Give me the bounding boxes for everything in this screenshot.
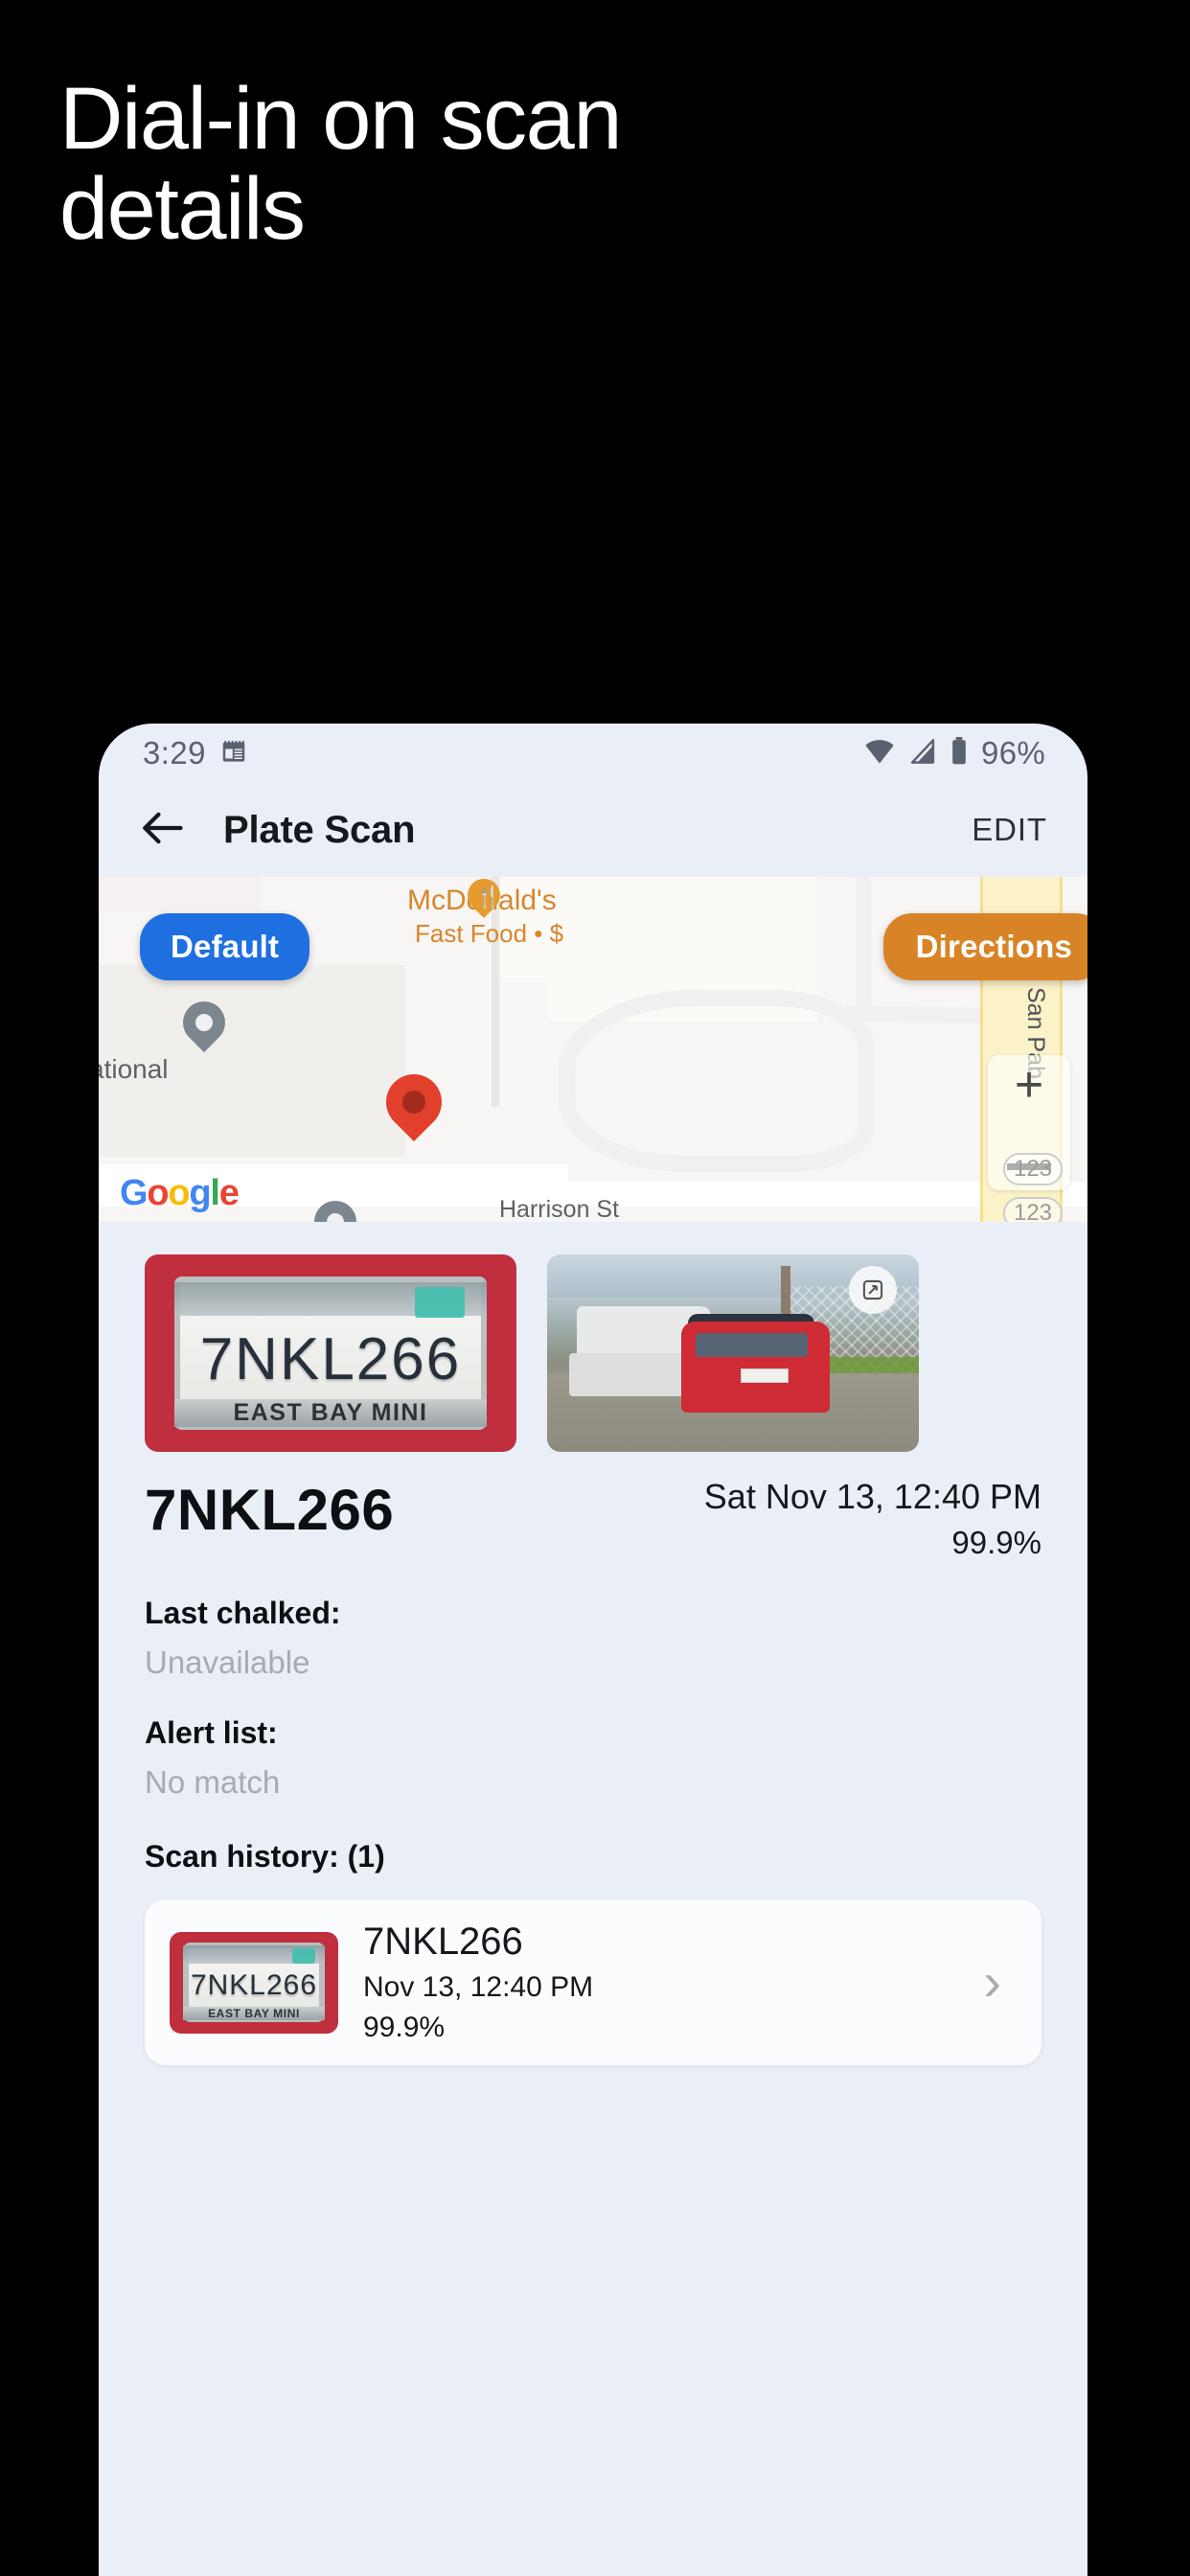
history-thumb-frame-text: EAST BAY MINI <box>183 2007 325 2021</box>
route-shield: 123 <box>1003 1197 1063 1222</box>
map-place-label: ational <box>99 1054 169 1084</box>
field-label: Last chalked: <box>145 1596 341 1630</box>
scan-details-panel: 7NKL266 EAST BAY MINI 7NKL266 Sat Nov 13… <box>99 1222 1087 2065</box>
google-logo-letter: e <box>218 1173 240 1213</box>
battery-percent: 96% <box>981 735 1045 770</box>
cell-signal-icon <box>908 738 937 770</box>
scan-images: 7NKL266 EAST BAY MINI <box>145 1254 1041 1452</box>
history-thumbnail: 7NKL266 EAST BAY MINI <box>170 1931 338 2034</box>
wifi-icon <box>863 738 896 770</box>
chevron-right-icon: › <box>983 1951 1001 2012</box>
map-poi-subtitle: Fast Food • $ <box>415 919 564 948</box>
vehicle-photo[interactable] <box>547 1254 919 1452</box>
map-layer-default-button[interactable]: Default <box>140 913 310 980</box>
page-title: Plate Scan <box>223 808 416 851</box>
route-shield: 123 <box>1003 1153 1063 1185</box>
history-plate: 7NKL266 <box>363 1920 523 1963</box>
map-road-loop <box>559 990 875 1172</box>
hero-headline: Dial-in on scan details <box>59 70 623 258</box>
photo-car-plate <box>740 1368 790 1383</box>
history-date: Nov 13, 12:40 PM <box>363 1971 594 2003</box>
scan-timestamp: Sat Nov 13, 12:40 PM <box>703 1477 1041 1516</box>
scan-history-title: Scan history: (1) <box>145 1839 385 1874</box>
scan-history-item[interactable]: 7NKL266 EAST BAY MINI 7NKL266 Nov 13, 12… <box>145 1899 1041 2065</box>
edit-button[interactable]: EDIT <box>972 812 1047 848</box>
map-road <box>856 877 871 1021</box>
field-last-chalked: Last chalked: Unavailable <box>145 1596 1041 1681</box>
phone-mockup: 3:29 96% Plate Scan EDIT Fast Food • $ 🍴… <box>99 724 1087 2576</box>
google-logo-letter: G <box>120 1173 149 1213</box>
fork-knife-icon: 🍴 <box>475 885 502 908</box>
field-value: No match <box>145 1764 281 1800</box>
plate-sticker <box>291 1947 315 1965</box>
plate-sticker <box>414 1286 466 1319</box>
app-bar: Plate Scan EDIT <box>99 783 1087 877</box>
google-logo-letter: o <box>147 1173 169 1213</box>
back-button[interactable] <box>135 803 189 857</box>
google-logo-letter: l <box>210 1173 220 1213</box>
field-alert-list: Alert list: No match <box>145 1715 1041 1801</box>
map-block <box>99 877 262 911</box>
google-logo-letter: g <box>189 1173 211 1213</box>
scan-plate-number: 7NKL266 <box>145 1478 395 1542</box>
plate-photo-number: 7NKL266 <box>199 1326 462 1393</box>
field-value: Unavailable <box>145 1644 310 1680</box>
arrow-left-icon <box>140 809 184 852</box>
directions-button[interactable]: Directions <box>882 913 1087 980</box>
google-logo-letter: o <box>168 1173 190 1213</box>
google-logo: Google <box>120 1173 240 1214</box>
map-view[interactable]: McDonald's Fast Food • $ 🍴 ational Harri… <box>99 877 1087 1222</box>
plate-frame-text: EAST BAY MINI <box>174 1399 487 1428</box>
status-bar: 3:29 96% <box>99 724 1087 783</box>
plate-photo[interactable]: 7NKL266 EAST BAY MINI <box>145 1254 516 1452</box>
scan-confidence: 99.9% <box>951 1525 1041 1560</box>
zoom-in-button[interactable]: + <box>1015 1060 1043 1110</box>
photo-car-window <box>696 1333 808 1358</box>
map-street-harrison: Harrison St <box>499 1196 620 1222</box>
history-confidence: 99.9% <box>363 2012 446 2043</box>
battery-icon <box>950 736 969 770</box>
status-time: 3:29 <box>143 735 206 770</box>
calendar-icon <box>219 737 248 770</box>
history-thumb-number: 7NKL266 <box>190 1969 318 2002</box>
plate-frame: 7NKL266 EAST BAY MINI <box>174 1276 487 1431</box>
plate-frame: 7NKL266 EAST BAY MINI <box>183 1943 325 2022</box>
scan-summary: 7NKL266 Sat Nov 13, 12:40 PM 99.9% <box>145 1477 1041 1561</box>
expand-image-icon[interactable] <box>848 1266 897 1315</box>
field-label: Alert list: <box>145 1715 278 1750</box>
